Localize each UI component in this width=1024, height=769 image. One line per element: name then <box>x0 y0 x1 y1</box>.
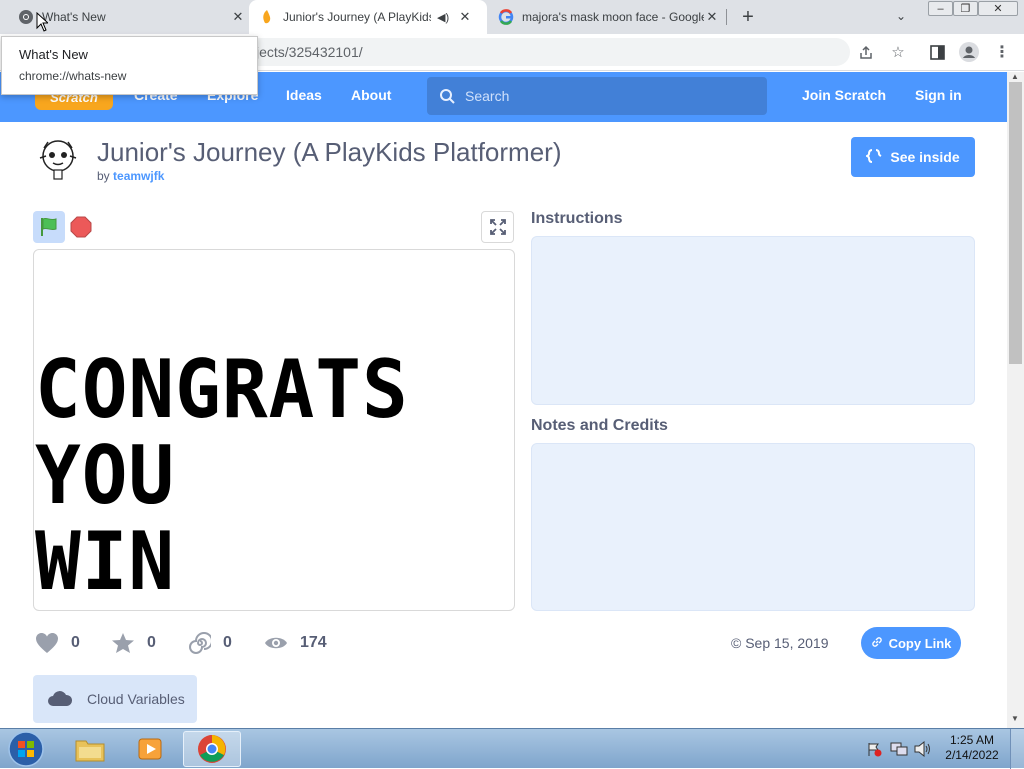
close-tab-icon[interactable]: ✕ <box>704 9 720 25</box>
views-count: 174 <box>300 634 327 651</box>
green-flag-button[interactable] <box>33 211 65 243</box>
nav-ideas[interactable]: Ideas <box>286 72 322 122</box>
fullscreen-button[interactable] <box>481 211 514 243</box>
tab-title: What's New <box>42 10 106 24</box>
scrollbar-thumb[interactable] <box>1009 82 1022 364</box>
search-input[interactable]: Search <box>427 77 767 115</box>
taskbar-clock[interactable]: 1:25 AM 2/14/2022 <box>940 733 1004 763</box>
restore-button[interactable]: ❐ <box>953 1 978 16</box>
chrome-icon <box>18 9 34 25</box>
favorites-count: 0 <box>147 634 156 651</box>
start-button[interactable] <box>0 731 52 767</box>
tab-google-search[interactable]: majora's mask moon face - Google Search … <box>498 0 720 34</box>
stage-text-line: YOU <box>35 429 176 522</box>
mouse-cursor-icon <box>36 11 50 37</box>
page-scrollbar[interactable]: ▲ ▼ <box>1007 72 1024 728</box>
windows-taskbar: 1:25 AM 2/14/2022 <box>0 728 1024 769</box>
copy-link-label: Copy Link <box>888 635 952 651</box>
media-player-icon <box>138 738 162 760</box>
tab-junior-journey[interactable]: Junior's Journey (A PlayKids Platformer)… <box>249 0 487 34</box>
see-inside-label: See inside <box>890 149 960 165</box>
chrome-icon <box>198 735 226 763</box>
share-date: © Sep 15, 2019 <box>731 635 829 651</box>
share-icon[interactable] <box>855 41 877 63</box>
join-scratch-link[interactable]: Join Scratch <box>802 72 886 122</box>
tab-strip: What's New ✕ Junior's Journey (A PlayKid… <box>0 0 1024 34</box>
tab-title: majora's mask moon face - Google Search <box>522 10 704 24</box>
author-avatar[interactable] <box>36 138 80 182</box>
search-placeholder: Search <box>465 88 510 104</box>
stop-sign-icon <box>70 216 92 238</box>
profile-avatar-icon[interactable] <box>958 41 980 63</box>
green-flag-icon <box>41 217 57 236</box>
google-icon <box>498 9 514 25</box>
action-center-flag-icon[interactable] <box>866 741 882 762</box>
project-byline: by teamwjfk <box>97 169 164 183</box>
star-icon <box>112 633 134 653</box>
tab-search-chevron-icon[interactable]: ⌄ <box>896 9 912 25</box>
nav-about[interactable]: About <box>351 72 391 122</box>
menu-kebab-icon[interactable]: ⋮ <box>991 41 1013 63</box>
project-title: Junior's Journey (A PlayKids Platformer) <box>97 137 562 167</box>
search-icon <box>439 77 455 129</box>
show-desktop-button[interactable] <box>1010 729 1024 769</box>
copy-link-button[interactable]: Copy Link <box>861 627 961 659</box>
scroll-up-arrow-icon[interactable]: ▲ <box>1011 72 1019 81</box>
volume-icon[interactable] <box>914 740 932 762</box>
tab-hover-tooltip: What's New chrome://whats-new <box>1 36 258 95</box>
side-panel-icon[interactable] <box>926 41 948 63</box>
close-tab-icon[interactable]: ✕ <box>457 9 473 25</box>
media-player-taskbar-button[interactable] <box>121 731 179 767</box>
cloud-variables-badge: Cloud Variables <box>33 675 197 723</box>
windows-start-orb-icon <box>8 731 44 767</box>
instructions-panel <box>531 236 975 405</box>
stage-text-line: WIN <box>35 515 176 608</box>
minimize-button[interactable]: – <box>928 1 953 16</box>
remix-spiral-icon <box>189 632 211 654</box>
new-tab-icon[interactable]: + <box>738 7 758 27</box>
heart-icon <box>36 633 58 653</box>
favorites-stat[interactable]: 0 <box>111 631 156 655</box>
close-window-button[interactable]: ✕ <box>978 1 1018 16</box>
chrome-taskbar-button[interactable] <box>183 731 241 767</box>
cloud-icon <box>48 691 73 706</box>
project-stage[interactable]: CONGRATS YOU WIN <box>33 249 515 611</box>
tooltip-title: What's New <box>19 47 88 62</box>
eye-icon <box>265 637 287 649</box>
audio-playing-icon[interactable]: ◀) <box>437 11 451 24</box>
clock-time: 1:25 AM <box>949 733 995 747</box>
file-explorer-taskbar-button[interactable] <box>61 731 119 767</box>
fullscreen-icon <box>489 219 506 235</box>
loves-stat[interactable]: 0 <box>35 631 80 655</box>
folder-icon <box>75 740 105 762</box>
remix-code-icon <box>865 148 882 167</box>
tab-separator <box>726 9 727 25</box>
remixes-stat: 0 <box>189 631 232 655</box>
loves-count: 0 <box>71 634 80 651</box>
close-tab-icon[interactable]: ✕ <box>230 9 246 25</box>
sign-in-link[interactable]: Sign in <box>915 72 962 122</box>
remixes-count: 0 <box>223 634 232 651</box>
stop-button[interactable] <box>70 216 92 238</box>
by-label: by <box>97 169 110 183</box>
scroll-down-arrow-icon[interactable]: ▼ <box>1011 714 1019 723</box>
notes-panel <box>531 443 975 611</box>
bookmark-star-icon[interactable]: ☆ <box>887 41 909 63</box>
notes-heading: Notes and Credits <box>531 417 668 434</box>
url-text: jects/325432101/ <box>256 44 363 60</box>
instructions-heading: Instructions <box>531 210 623 227</box>
link-icon <box>871 636 883 651</box>
tab-title: Junior's Journey (A PlayKids Platformer) <box>283 10 431 24</box>
stage-text-line: CONGRATS <box>35 343 409 436</box>
author-link[interactable]: teamwjfk <box>113 169 164 183</box>
tooltip-url: chrome://whats-new <box>19 69 127 83</box>
views-stat: 174 <box>264 631 327 655</box>
clock-date: 2/14/2022 <box>945 748 999 762</box>
network-icon[interactable] <box>890 741 908 762</box>
tab-whats-new[interactable]: What's New ✕ <box>18 0 246 34</box>
cloud-variables-label: Cloud Variables <box>87 691 185 707</box>
see-inside-button[interactable]: See inside <box>851 137 975 177</box>
scratch-icon <box>259 9 275 25</box>
